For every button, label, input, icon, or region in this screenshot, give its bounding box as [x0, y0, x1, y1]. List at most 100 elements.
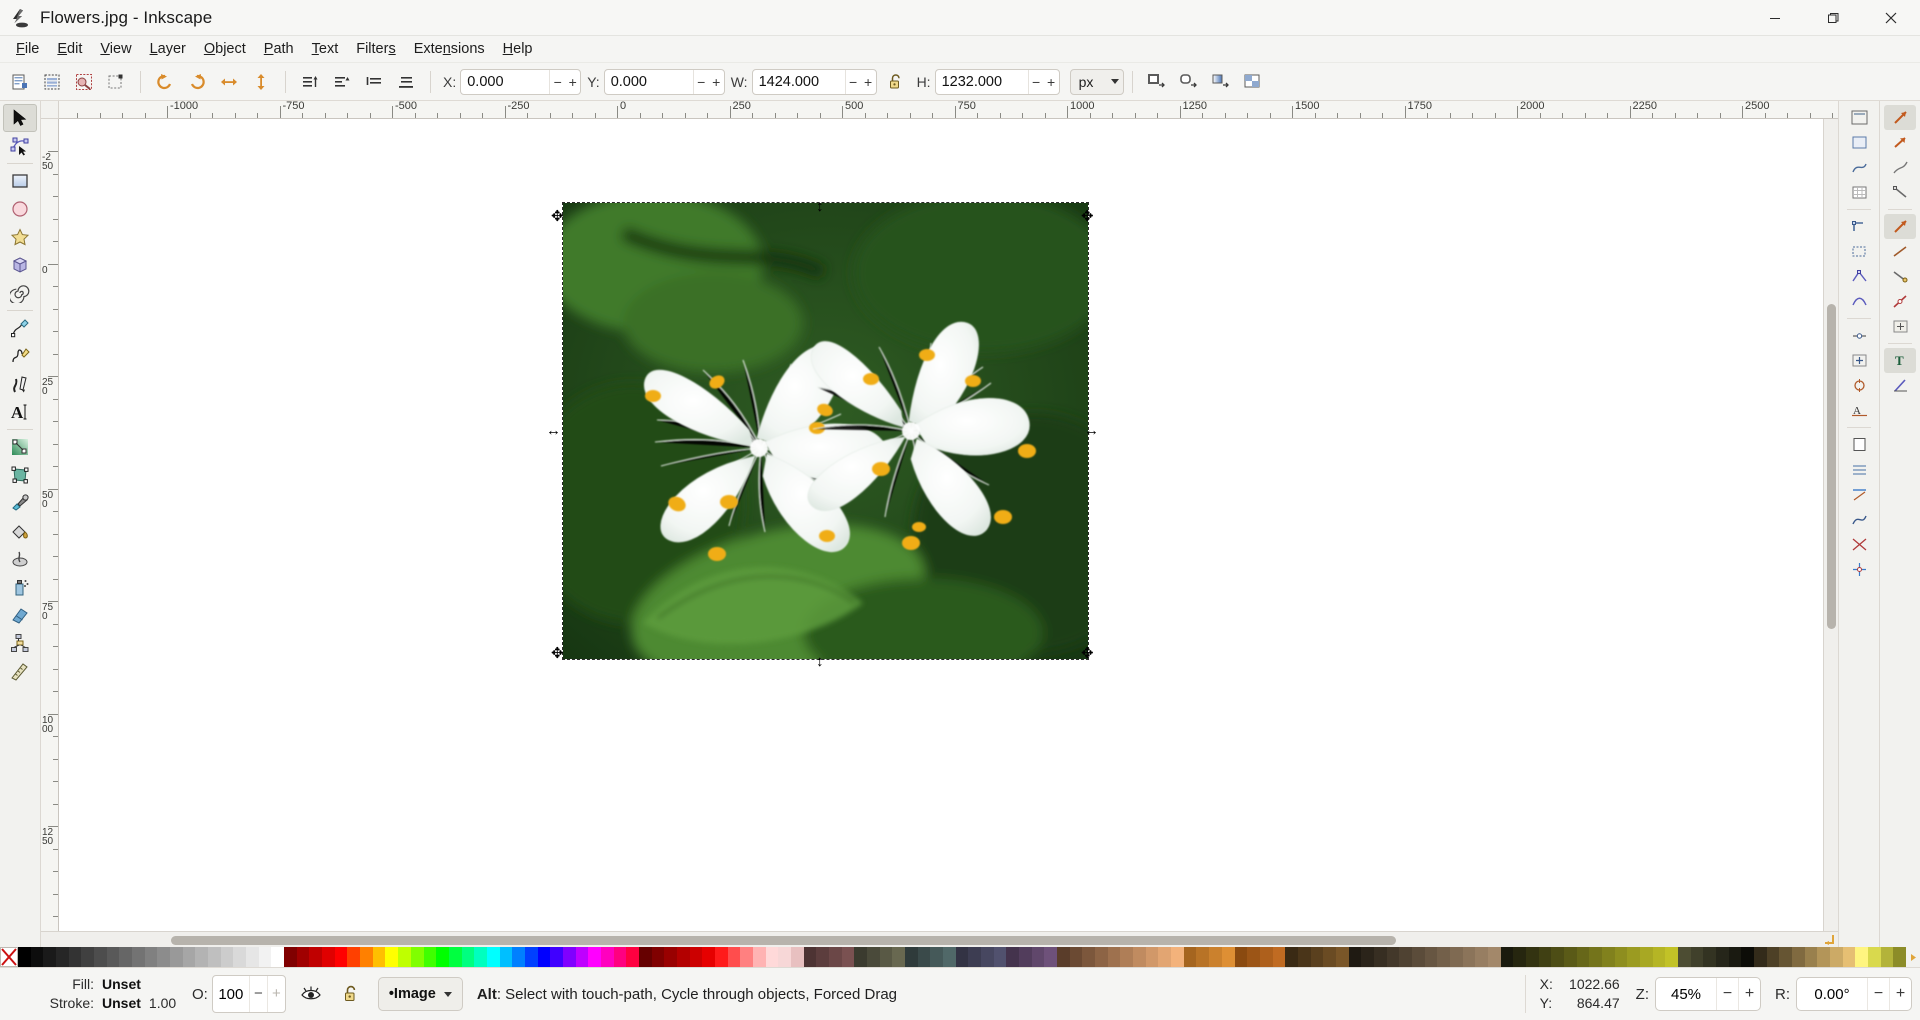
palette-swatch[interactable]	[322, 947, 335, 967]
snap-path-icon[interactable]	[1843, 507, 1875, 532]
opacity-spinbox[interactable]: − +	[212, 975, 286, 1013]
x-spinbox[interactable]: − +	[460, 69, 581, 95]
rotation-input[interactable]	[1797, 986, 1867, 1003]
opacity-decrement-button[interactable]: −	[249, 975, 267, 1013]
scale-gradient-icon[interactable]	[1207, 68, 1235, 96]
menu-object[interactable]: Object	[195, 38, 255, 60]
handle-top-right[interactable]: ✥	[1081, 209, 1094, 224]
x-decrement-button[interactable]: −	[550, 69, 565, 95]
menu-layer[interactable]: Layer	[141, 38, 195, 60]
snap-intersect-icon[interactable]	[1884, 289, 1916, 314]
menu-file[interactable]: File	[7, 38, 48, 60]
menu-view[interactable]: View	[91, 38, 140, 60]
snap-node-icon[interactable]	[1843, 155, 1875, 180]
palette-swatch[interactable]	[335, 947, 348, 967]
opacity-input[interactable]	[213, 986, 249, 1003]
palette-swatch[interactable]	[1412, 947, 1425, 967]
palette-swatch[interactable]	[1437, 947, 1450, 967]
palette-swatch[interactable]	[347, 947, 360, 967]
palette-swatch[interactable]	[1513, 947, 1526, 967]
zoom-input[interactable]	[1656, 986, 1716, 1003]
snap-bbox-corner-icon[interactable]	[1843, 214, 1875, 239]
palette-swatch[interactable]	[297, 947, 310, 967]
palette-swatch[interactable]	[588, 947, 601, 967]
select-all-icon[interactable]	[6, 68, 34, 96]
snap-text-baseline-icon[interactable]: A	[1843, 398, 1875, 423]
rectangle-tool[interactable]	[3, 167, 37, 195]
palette-swatch[interactable]	[43, 947, 56, 967]
select-same-icon[interactable]	[70, 68, 98, 96]
paint-bucket-tool[interactable]	[3, 517, 37, 545]
calligraphy-tool[interactable]	[3, 370, 37, 398]
palette-swatch[interactable]	[157, 947, 170, 967]
palette-swatch[interactable]	[677, 947, 690, 967]
palette-swatch[interactable]	[1361, 947, 1374, 967]
vertical-ruler[interactable]: -250025050075010001250	[41, 119, 59, 931]
palette-swatch[interactable]	[1501, 947, 1514, 967]
snap-path-intersection-icon[interactable]	[1843, 532, 1875, 557]
width-input[interactable]	[753, 70, 845, 94]
palette-swatch[interactable]	[81, 947, 94, 967]
spiral-tool[interactable]	[3, 279, 37, 307]
scale-corners-icon[interactable]	[1175, 68, 1203, 96]
palette-swatch[interactable]	[1792, 947, 1805, 967]
zoom-control[interactable]: − +	[1655, 977, 1761, 1011]
flip-horizontal-icon[interactable]	[215, 68, 243, 96]
maximize-button[interactable]	[1804, 0, 1862, 36]
palette-swatch[interactable]	[652, 947, 665, 967]
image-object[interactable]	[563, 203, 1088, 659]
units-dropdown[interactable]: px	[1070, 69, 1124, 95]
palette-swatch[interactable]	[1044, 947, 1057, 967]
palette-swatch[interactable]	[500, 947, 513, 967]
palette-swatch[interactable]	[1627, 947, 1640, 967]
fill-stroke-indicator[interactable]: Fill: Unset Stroke: Unset 1.00	[36, 975, 186, 1013]
opacity-control[interactable]: O: − +	[192, 975, 286, 1013]
palette-swatch[interactable]	[398, 947, 411, 967]
snap-bbox-category-icon[interactable]	[1884, 130, 1916, 155]
menu-filters[interactable]: Filters	[347, 38, 404, 60]
palette-swatch[interactable]	[1235, 947, 1248, 967]
palette-swatch[interactable]	[1805, 947, 1818, 967]
height-input[interactable]	[936, 70, 1028, 94]
snap-enable-icon[interactable]	[1884, 105, 1916, 130]
palette-swatch[interactable]	[1095, 947, 1108, 967]
eyedropper-tool[interactable]	[3, 489, 37, 517]
palette-swatch[interactable]	[1399, 947, 1412, 967]
palette-swatch[interactable]	[1222, 947, 1235, 967]
palette-swatch[interactable]	[601, 947, 614, 967]
palette-swatch[interactable]	[474, 947, 487, 967]
opacity-increment-button[interactable]: +	[267, 975, 285, 1013]
height-increment-button[interactable]: +	[1044, 69, 1059, 95]
text-tool[interactable]: A	[3, 398, 37, 426]
menu-help[interactable]: Help	[494, 38, 542, 60]
snap-midpoint-icon[interactable]	[1843, 323, 1875, 348]
palette-swatch[interactable]	[1171, 947, 1184, 967]
snap-bbox-icon[interactable]	[1843, 130, 1875, 155]
palette-swatch[interactable]	[1070, 947, 1083, 967]
palette-swatch[interactable]	[1323, 947, 1336, 967]
rotation-decrement-button[interactable]: −	[1867, 977, 1889, 1011]
palette-swatch[interactable]	[1881, 947, 1894, 967]
palette-swatch[interactable]	[753, 947, 766, 967]
palette-swatch[interactable]	[1285, 947, 1298, 967]
zoom-increment-button[interactable]: +	[1738, 977, 1760, 1011]
palette-swatch[interactable]	[1830, 947, 1843, 967]
palette-swatch[interactable]	[1589, 947, 1602, 967]
3dbox-tool[interactable]	[3, 251, 37, 279]
color-palette[interactable]	[0, 947, 1920, 967]
y-input[interactable]	[605, 70, 693, 94]
gradient-tool[interactable]	[3, 433, 37, 461]
palette-swatch[interactable]	[715, 947, 728, 967]
palette-swatch[interactable]	[360, 947, 373, 967]
palette-swatch[interactable]	[94, 947, 107, 967]
rotation-control[interactable]: − +	[1796, 977, 1912, 1011]
palette-swatch[interactable]	[1855, 947, 1868, 967]
width-decrement-button[interactable]: −	[846, 69, 861, 95]
palette-swatch[interactable]	[1120, 947, 1133, 967]
width-spinbox[interactable]: − +	[752, 69, 877, 95]
palette-swatch[interactable]	[816, 947, 829, 967]
palette-swatch[interactable]	[930, 947, 943, 967]
palette-swatch[interactable]	[132, 947, 145, 967]
snap-baseline-icon[interactable]	[1884, 373, 1916, 398]
x-increment-button[interactable]: +	[565, 69, 580, 95]
